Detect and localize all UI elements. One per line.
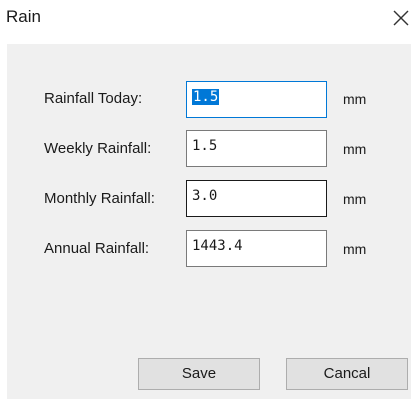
annual-rainfall-label: Annual Rainfall:: [44, 240, 150, 257]
save-button[interactable]: Save: [138, 358, 260, 390]
rainfall-today-label: Rainfall Today:: [44, 90, 143, 107]
cancel-button[interactable]: Cancal: [286, 358, 408, 390]
monthly-rainfall-value: 3.0: [192, 188, 218, 204]
monthly-rainfall-unit: mm: [343, 191, 367, 207]
monthly-rainfall-label: Monthly Rainfall:: [44, 190, 155, 207]
close-icon: [393, 10, 409, 26]
weekly-rainfall-label: Weekly Rainfall:: [44, 140, 152, 157]
rainfall-today-input[interactable]: 1.5: [186, 81, 327, 118]
weekly-rainfall-input[interactable]: 1.5: [186, 130, 327, 167]
window-title: Rain: [6, 7, 41, 26]
annual-rainfall-unit: mm: [343, 241, 367, 257]
weekly-rainfall-value: 1.5: [192, 138, 218, 154]
rainfall-today-unit: mm: [343, 91, 367, 107]
annual-rainfall-value: 1443.4: [192, 238, 243, 254]
title-bar: Rain: [0, 0, 416, 40]
weekly-rainfall-unit: mm: [343, 141, 367, 157]
annual-rainfall-input[interactable]: 1443.4: [186, 230, 327, 267]
close-button[interactable]: [389, 6, 413, 30]
monthly-rainfall-input[interactable]: 3.0: [186, 180, 327, 217]
rainfall-today-value: 1.5: [192, 89, 220, 105]
